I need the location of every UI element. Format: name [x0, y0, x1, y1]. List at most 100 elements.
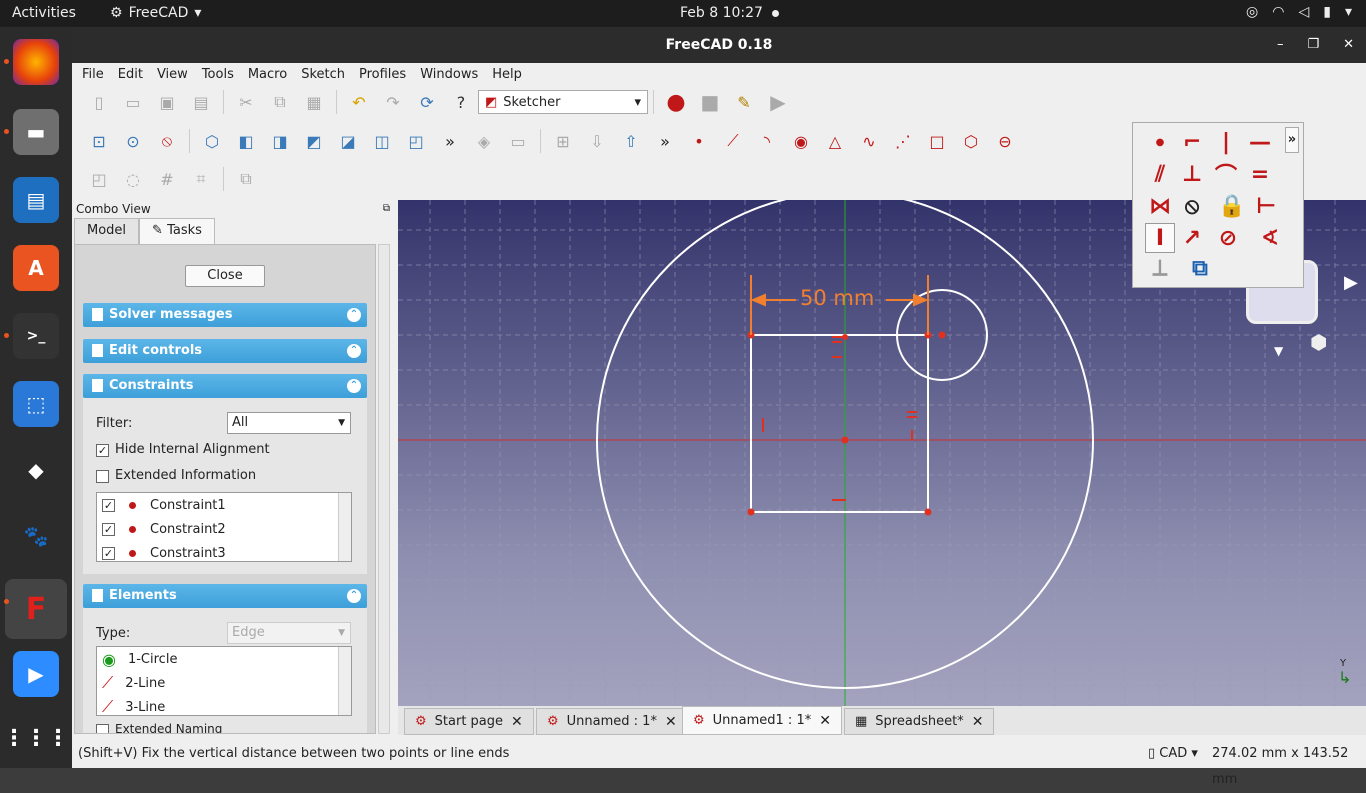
clone-tool-icon[interactable]: ⧉	[233, 166, 259, 192]
bspline-tool-icon[interactable]: ∿	[856, 128, 882, 154]
new-file-icon[interactable]: ▯	[86, 89, 112, 115]
menu-edit[interactable]: Edit	[118, 67, 143, 82]
menu-view[interactable]: View	[157, 67, 188, 82]
tab-spreadsheet[interactable]: ▦ Spreadsheet* ✕	[844, 708, 995, 735]
whatsapp-icon[interactable]: ◎	[1246, 4, 1258, 20]
leave-sketch-icon[interactable]: ⇩	[584, 128, 610, 154]
right-view-icon[interactable]: ◩	[301, 128, 327, 154]
inkscape-icon[interactable]: ◆	[13, 447, 59, 493]
elements-list[interactable]: ◉ 1-Circle ⟋ 2-Line ⟋ 3-Line	[96, 646, 352, 716]
rectangle-tool-icon[interactable]: □	[924, 128, 950, 154]
files-icon[interactable]: ▬	[4, 109, 59, 155]
bspline-tools-icon[interactable]: ⌗	[188, 166, 214, 192]
activities-button[interactable]: Activities	[12, 5, 76, 21]
constrain-point-on-object-icon[interactable]: ⌐	[1177, 127, 1207, 157]
front-view-icon[interactable]: ◧	[233, 128, 259, 154]
toolbar-overflow-icon[interactable]: »	[1285, 127, 1299, 153]
section-solver-messages[interactable]: Solver messages ⌃	[83, 303, 367, 327]
app-menu[interactable]: ⚙ FreeCAD ▾	[110, 5, 201, 21]
list-item[interactable]: ⟋ 3-Line	[97, 695, 165, 715]
grid-tool-icon[interactable]: #	[154, 166, 180, 192]
list-item[interactable]: ✓ Constraint2	[97, 517, 226, 541]
fit-all-icon[interactable]: ⊡	[86, 128, 112, 154]
line-tool-icon[interactable]: ⟋	[720, 128, 746, 154]
redo-icon[interactable]: ↷	[380, 89, 406, 115]
section-constraints[interactable]: Constraints ⌃	[83, 374, 367, 398]
whats-this-icon[interactable]: ?	[448, 89, 474, 115]
maximize-button[interactable]: ❐	[1307, 27, 1319, 63]
toolbar-overflow-icon[interactable]: »	[652, 128, 678, 154]
fit-selection-icon[interactable]: ⊙	[120, 128, 146, 154]
constrain-angle-icon[interactable]: ∢	[1255, 223, 1285, 253]
menu-help[interactable]: Help	[492, 67, 522, 82]
constraints-list[interactable]: ✓ Constraint1 ✓ Constraint2 ✓ Constraint3	[96, 492, 352, 562]
constrain-block-icon[interactable]: ⦸	[1177, 191, 1207, 221]
copy-icon[interactable]: ⧉	[267, 89, 293, 115]
constraint-checkbox[interactable]: ✓	[102, 498, 115, 512]
polygon-tool-icon[interactable]: ⬡	[958, 128, 984, 154]
view-sketch-icon[interactable]: ⇧	[618, 128, 644, 154]
macros-icon[interactable]: ✎	[731, 89, 757, 115]
constrain-parallel-icon[interactable]: ⫽	[1145, 159, 1175, 189]
extended-naming-checkbox[interactable]	[96, 724, 109, 733]
top-view-icon[interactable]: ◨	[267, 128, 293, 154]
gimp-icon[interactable]: 🐾	[13, 513, 59, 559]
stop-macro-icon[interactable]: ■	[697, 89, 723, 115]
chevron-down-icon[interactable]: ▾	[1345, 4, 1352, 20]
undock-icon[interactable]: ⧉	[383, 200, 390, 218]
constrain-horizontal-icon[interactable]: —	[1245, 127, 1275, 157]
list-scrollbar[interactable]	[338, 493, 351, 561]
list-item[interactable]: ✓ Constraint1	[97, 493, 226, 517]
undo-icon[interactable]: ↶	[346, 89, 372, 115]
dimension-label[interactable]: 50 mm	[800, 286, 874, 310]
constrain-vertical-distance-icon[interactable]: I	[1145, 223, 1175, 253]
arc-tool-icon[interactable]: ◝	[754, 128, 780, 154]
conic-tool-icon[interactable]: △	[822, 128, 848, 154]
point-tool-icon[interactable]: •	[686, 128, 712, 154]
collapse-icon[interactable]: ⌃	[347, 308, 361, 322]
tab-unnamed1[interactable]: ⚙ Unnamed1 : 1* ✕	[682, 706, 842, 735]
constrain-vertical-icon[interactable]: |	[1211, 127, 1241, 157]
list-item[interactable]: ✓ Constraint3	[97, 541, 226, 561]
constrain-snell-icon[interactable]: ⟂	[1145, 253, 1175, 283]
group-icon[interactable]: ▭	[505, 128, 531, 154]
software-icon[interactable]: A	[13, 245, 59, 291]
collapse-icon[interactable]: ⌃	[347, 589, 361, 603]
list-item[interactable]: ◉ 1-Circle	[97, 647, 177, 671]
constrain-equal-icon[interactable]: =	[1245, 159, 1275, 189]
menu-sketch[interactable]: Sketch	[301, 67, 345, 82]
wifi-icon[interactable]: ◠	[1272, 4, 1284, 20]
filter-select[interactable]: All ▼	[227, 412, 351, 434]
circle-tool-icon[interactable]: ◉	[788, 128, 814, 154]
rear-view-icon[interactable]: ◪	[335, 128, 361, 154]
writer-icon[interactable]: ▤	[13, 177, 59, 223]
constraint-checkbox[interactable]: ✓	[102, 546, 115, 560]
rotate-down-icon[interactable]: ▼	[1274, 344, 1283, 358]
menu-file[interactable]: File	[82, 67, 104, 82]
tab-model[interactable]: Model	[74, 218, 140, 244]
cut-icon[interactable]: ✂	[233, 89, 259, 115]
constrain-coincident-icon[interactable]: ●	[1145, 127, 1175, 157]
section-edit-controls[interactable]: Edit controls ⌃	[83, 339, 367, 363]
task-panel-scrollbar[interactable]	[378, 244, 390, 734]
system-tray[interactable]: ◎ ◠ ◁ ▮ ▾	[1246, 4, 1352, 20]
firefox-icon[interactable]	[4, 39, 59, 85]
part-icon[interactable]: ◈	[471, 128, 497, 154]
hide-internal-checkbox[interactable]: ✓	[96, 444, 109, 457]
menu-profiles[interactable]: Profiles	[359, 67, 406, 82]
toggle-driving-icon[interactable]: ⧉	[1185, 253, 1215, 283]
run-macro-icon[interactable]: ▶	[765, 89, 791, 115]
record-macro-icon[interactable]: ●	[663, 89, 689, 115]
fillet-tool-icon[interactable]: ◰	[86, 166, 112, 192]
polyline-tool-icon[interactable]: ⋰	[890, 128, 916, 154]
close-tab-icon[interactable]: ✕	[972, 714, 984, 730]
list-scrollbar[interactable]	[338, 647, 351, 715]
left-view-icon[interactable]: ◰	[403, 128, 429, 154]
open-file-icon[interactable]: ▭	[120, 89, 146, 115]
type-select[interactable]: Edge ▼	[227, 622, 351, 644]
constrain-horizontal-distance-icon[interactable]: ⊢	[1251, 191, 1281, 221]
extended-info-checkbox[interactable]	[96, 470, 109, 483]
section-elements[interactable]: Elements ⌃	[83, 584, 367, 608]
close-tab-icon[interactable]: ✕	[665, 714, 677, 730]
clock[interactable]: Feb 8 10:27	[680, 5, 763, 21]
